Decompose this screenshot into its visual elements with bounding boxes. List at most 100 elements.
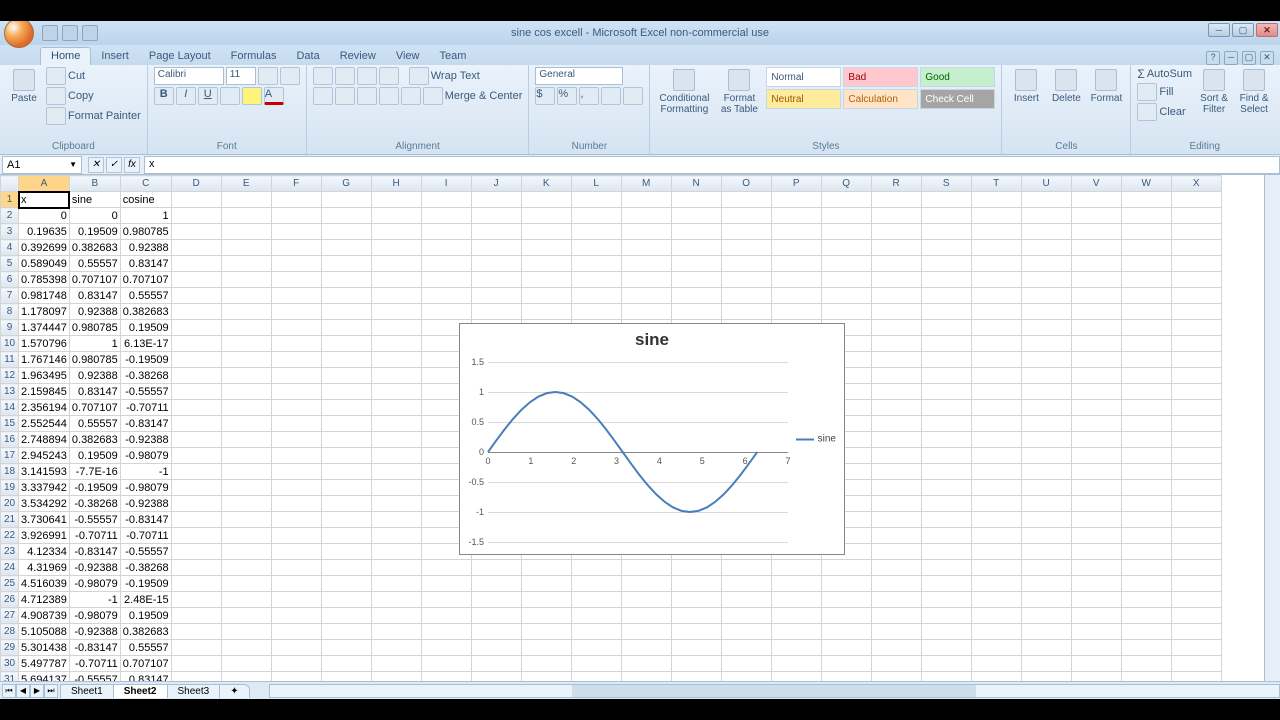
merge-center-button[interactable]: Merge & Center bbox=[445, 90, 523, 102]
cell[interactable] bbox=[921, 320, 971, 336]
column-header[interactable]: P bbox=[771, 176, 821, 192]
cell[interactable] bbox=[1171, 256, 1221, 272]
cell[interactable] bbox=[1021, 528, 1071, 544]
sort-filter-button[interactable]: Sort & Filter bbox=[1196, 67, 1232, 117]
cell[interactable] bbox=[221, 416, 271, 432]
cell[interactable]: 1.963495 bbox=[19, 368, 70, 384]
row-header[interactable]: 18 bbox=[1, 464, 19, 480]
cell[interactable] bbox=[171, 608, 221, 624]
cell[interactable] bbox=[171, 480, 221, 496]
cell[interactable] bbox=[1171, 592, 1221, 608]
cell[interactable] bbox=[771, 240, 821, 256]
cell[interactable] bbox=[821, 560, 871, 576]
cell[interactable] bbox=[321, 288, 371, 304]
row-header[interactable]: 10 bbox=[1, 336, 19, 352]
cell[interactable] bbox=[1171, 528, 1221, 544]
cell[interactable] bbox=[471, 560, 521, 576]
cell[interactable] bbox=[321, 320, 371, 336]
cell[interactable]: 2.48E-15 bbox=[120, 592, 171, 608]
cell[interactable] bbox=[271, 528, 321, 544]
cell[interactable] bbox=[671, 208, 721, 224]
cell[interactable] bbox=[1121, 304, 1171, 320]
cell[interactable]: -1 bbox=[120, 464, 171, 480]
cell[interactable] bbox=[921, 576, 971, 592]
cell[interactable]: 0.83147 bbox=[69, 288, 120, 304]
cell[interactable] bbox=[571, 304, 621, 320]
clear-button[interactable]: Clear bbox=[1137, 103, 1192, 121]
cell[interactable] bbox=[421, 672, 471, 682]
cell[interactable] bbox=[571, 656, 621, 672]
cell[interactable]: -0.83147 bbox=[120, 512, 171, 528]
cell[interactable] bbox=[471, 672, 521, 682]
cell[interactable] bbox=[1121, 464, 1171, 480]
cell[interactable] bbox=[821, 240, 871, 256]
cell[interactable] bbox=[171, 288, 221, 304]
cell[interactable]: 3.926991 bbox=[19, 528, 70, 544]
cell[interactable] bbox=[921, 416, 971, 432]
column-header[interactable]: F bbox=[271, 176, 321, 192]
cell[interactable] bbox=[721, 640, 771, 656]
cell[interactable] bbox=[771, 656, 821, 672]
cell[interactable] bbox=[671, 608, 721, 624]
cell[interactable] bbox=[1171, 192, 1221, 208]
cell[interactable]: -0.55557 bbox=[69, 672, 120, 682]
cell[interactable] bbox=[771, 288, 821, 304]
cell[interactable] bbox=[1071, 544, 1121, 560]
cell[interactable] bbox=[971, 256, 1021, 272]
column-header[interactable]: U bbox=[1021, 176, 1071, 192]
cell[interactable] bbox=[1171, 464, 1221, 480]
cell[interactable] bbox=[1021, 240, 1071, 256]
cell[interactable] bbox=[671, 224, 721, 240]
cell[interactable] bbox=[221, 192, 271, 208]
cell[interactable] bbox=[271, 384, 321, 400]
cell[interactable] bbox=[321, 384, 371, 400]
cell[interactable]: -0.98079 bbox=[69, 608, 120, 624]
cell[interactable] bbox=[371, 384, 421, 400]
cell[interactable] bbox=[671, 624, 721, 640]
cell[interactable] bbox=[571, 256, 621, 272]
cell[interactable] bbox=[1171, 416, 1221, 432]
cell[interactable] bbox=[271, 560, 321, 576]
cell[interactable] bbox=[1071, 496, 1121, 512]
cell[interactable] bbox=[1021, 400, 1071, 416]
cell[interactable] bbox=[1121, 336, 1171, 352]
cell[interactable] bbox=[271, 448, 321, 464]
row-header[interactable]: 4 bbox=[1, 240, 19, 256]
row-header[interactable]: 8 bbox=[1, 304, 19, 320]
cell[interactable] bbox=[1071, 272, 1121, 288]
cell[interactable] bbox=[871, 592, 921, 608]
cell[interactable] bbox=[371, 656, 421, 672]
cell[interactable] bbox=[1121, 480, 1171, 496]
cell[interactable] bbox=[721, 208, 771, 224]
cell[interactable] bbox=[1071, 592, 1121, 608]
cell[interactable] bbox=[1171, 432, 1221, 448]
cell[interactable]: 0.707107 bbox=[120, 656, 171, 672]
cell[interactable] bbox=[971, 560, 1021, 576]
cell[interactable] bbox=[271, 352, 321, 368]
cell[interactable]: 4.908739 bbox=[19, 608, 70, 624]
cell[interactable] bbox=[621, 208, 671, 224]
cell[interactable] bbox=[321, 416, 371, 432]
cell[interactable] bbox=[721, 672, 771, 682]
align-center-icon[interactable] bbox=[335, 87, 355, 105]
cell[interactable] bbox=[871, 496, 921, 512]
align-right-icon[interactable] bbox=[357, 87, 377, 105]
cell[interactable]: -0.19509 bbox=[120, 352, 171, 368]
cell[interactable] bbox=[271, 464, 321, 480]
cell[interactable] bbox=[521, 576, 571, 592]
cell[interactable]: 0.19509 bbox=[69, 224, 120, 240]
cell[interactable] bbox=[971, 464, 1021, 480]
cell[interactable] bbox=[721, 256, 771, 272]
cell[interactable] bbox=[421, 560, 471, 576]
cell[interactable] bbox=[1021, 192, 1071, 208]
cell[interactable] bbox=[221, 464, 271, 480]
conditional-formatting-button[interactable]: Conditional Formatting bbox=[656, 67, 712, 117]
cell[interactable] bbox=[521, 256, 571, 272]
cell[interactable] bbox=[571, 608, 621, 624]
cell[interactable] bbox=[621, 656, 671, 672]
new-sheet-button[interactable]: ✦ bbox=[219, 684, 249, 698]
cell[interactable] bbox=[1021, 560, 1071, 576]
row-header[interactable]: 15 bbox=[1, 416, 19, 432]
cell[interactable] bbox=[1071, 464, 1121, 480]
cell[interactable] bbox=[371, 512, 421, 528]
